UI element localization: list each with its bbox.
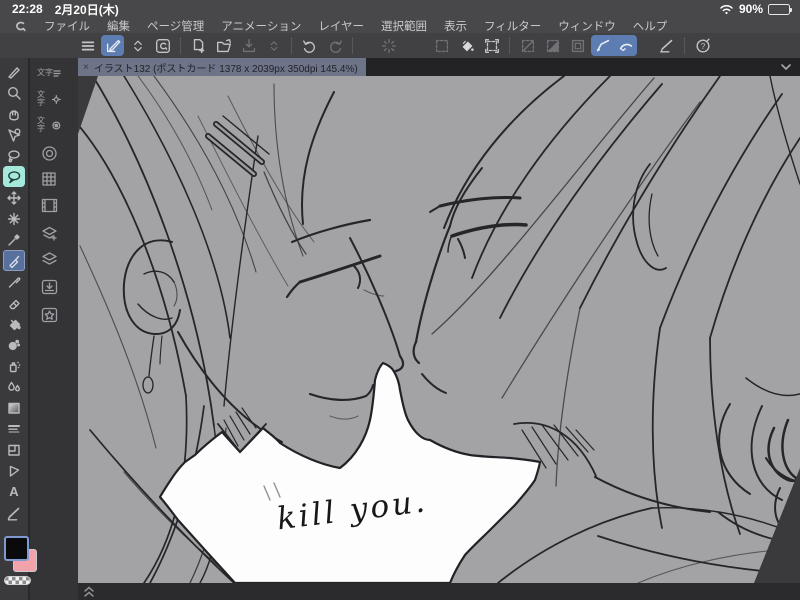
menu-item-layer[interactable]: レイヤー: [318, 18, 364, 34]
ipad-status-bar: 22:28 2月20日(木) 90%: [0, 0, 800, 18]
fill-bucket-icon[interactable]: [455, 35, 478, 56]
palette-download[interactable]: [37, 276, 61, 298]
document-tab[interactable]: × イラスト132 (ポストカード 1378 x 2039px 350dpi 1…: [78, 58, 366, 76]
invert-selection-icon[interactable]: [541, 35, 564, 56]
transparent-color-chip[interactable]: [4, 576, 31, 585]
document-tab-label: イラスト132 (ポストカード 1378 x 2039px 350dpi 145…: [93, 63, 358, 75]
foreground-color-chip[interactable]: [4, 536, 29, 561]
palette-color-wheel[interactable]: [37, 142, 61, 164]
open-file-icon[interactable]: [212, 35, 235, 56]
palette-layer-property[interactable]: [37, 222, 61, 244]
collapse-chevrons-icon[interactable]: [126, 35, 149, 56]
drawing-canvas[interactable]: kill you.: [78, 76, 800, 583]
deselect-icon[interactable]: [516, 35, 539, 56]
document-tab-bar: × イラスト132 (ポストカード 1378 x 2039px 350dpi 1…: [78, 58, 800, 76]
menu-item-help[interactable]: ヘルプ: [633, 18, 668, 34]
palette-favorites[interactable]: [37, 304, 61, 326]
tool-lasso[interactable]: [3, 145, 25, 166]
transform-frame-icon[interactable]: [480, 35, 503, 56]
tool-eraser[interactable]: [3, 292, 25, 313]
tool-move[interactable]: [3, 187, 25, 208]
svg-text:?: ?: [700, 42, 705, 51]
palette-subtool[interactable]: 文字: [37, 62, 61, 84]
palette-material[interactable]: [37, 194, 61, 216]
select-area-icon[interactable]: [430, 35, 453, 56]
palette-color-set[interactable]: [37, 168, 61, 190]
tool-airbrush[interactable]: [3, 355, 25, 376]
palette-tool-property[interactable]: 文字: [37, 88, 61, 110]
tab-list-chevron-icon[interactable]: [780, 58, 792, 76]
menu-item-filter[interactable]: フィルター: [484, 18, 541, 34]
save-chevrons-icon[interactable]: [262, 35, 285, 56]
menu-item-file[interactable]: ファイル: [44, 18, 90, 34]
tool-stream-line[interactable]: [3, 418, 25, 439]
main-menu-icon[interactable]: [76, 35, 99, 56]
expand-double-chevron-icon[interactable]: [82, 585, 96, 598]
tool-figure-flag[interactable]: [3, 460, 25, 481]
tool-balloon[interactable]: [3, 166, 25, 187]
processing-spinner-icon: [377, 35, 400, 56]
snap-toggle-group: [591, 35, 637, 56]
tool-ink-blob[interactable]: [3, 334, 25, 355]
tool-blend-drops[interactable]: [3, 376, 25, 397]
close-tab-icon[interactable]: ×: [83, 62, 89, 73]
tool-pen[interactable]: [3, 271, 25, 292]
smooth-brush-icon[interactable]: [614, 35, 637, 56]
tool-gradient[interactable]: [3, 397, 25, 418]
palette-dock: 文字 文字 文字: [28, 58, 78, 600]
tool-magic-wand[interactable]: [3, 208, 25, 229]
menu-bar: ファイル 編集 ページ管理 アニメーション レイヤー 選択範囲 表示 フィルター…: [0, 18, 800, 33]
tool-text[interactable]: A: [3, 481, 25, 502]
menu-item-selection[interactable]: 選択範囲: [381, 18, 427, 34]
tool-hand[interactable]: [3, 103, 25, 124]
menu-item-edit[interactable]: 編集: [107, 18, 130, 34]
menu-item-view[interactable]: 表示: [444, 18, 467, 34]
battery-icon: [768, 3, 792, 15]
undo-icon[interactable]: [298, 35, 321, 56]
clip-studio-paint-window: 22:28 2月20日(木) 90% ファイル 編集 ページ管理 アニメーション…: [0, 0, 800, 600]
edit-canvas-icon[interactable]: [101, 35, 124, 56]
redo-icon[interactable]: [323, 35, 346, 56]
new-file-icon[interactable]: [187, 35, 210, 56]
snap-pen-icon[interactable]: [591, 35, 614, 56]
menu-item-animation[interactable]: アニメーション: [221, 18, 301, 34]
help-icon[interactable]: ?: [691, 35, 714, 56]
bottom-bar: [78, 583, 800, 600]
wifi-icon: [719, 3, 734, 15]
tool-marker[interactable]: [3, 250, 25, 271]
clip-studio-icon[interactable]: [151, 35, 174, 56]
tool-eyedropper[interactable]: [3, 229, 25, 250]
tool-fill-bucket[interactable]: [3, 313, 25, 334]
selection-border-icon[interactable]: [566, 35, 589, 56]
tool-line-correct[interactable]: [3, 502, 25, 523]
tool-zoom[interactable]: [3, 82, 25, 103]
date: 2月20日(木): [54, 2, 119, 17]
command-bar: ?: [0, 33, 800, 58]
save-file-icon[interactable]: [237, 35, 260, 56]
menu-item-page-management[interactable]: ページ管理: [147, 18, 204, 34]
tool-palette: A: [0, 58, 28, 600]
palette-brush-size[interactable]: 文字: [37, 114, 61, 136]
clip-studio-logo-icon[interactable]: [12, 19, 27, 33]
pasteboard-corner-topleft: [78, 76, 98, 134]
tool-frame-border[interactable]: [3, 439, 25, 460]
tool-object[interactable]: [3, 124, 25, 145]
correct-line-icon[interactable]: [655, 35, 678, 56]
pasteboard-corner-bottomright: [754, 468, 800, 583]
battery-percent: 90%: [738, 2, 763, 16]
speech-gap-shape: [158, 361, 542, 583]
illustration-sketch: kill you.: [78, 76, 800, 583]
clock: 22:28: [12, 2, 43, 16]
tool-operation-pen[interactable]: [3, 61, 25, 82]
menu-item-window[interactable]: ウィンドウ: [558, 18, 616, 34]
palette-layers[interactable]: [37, 248, 61, 270]
